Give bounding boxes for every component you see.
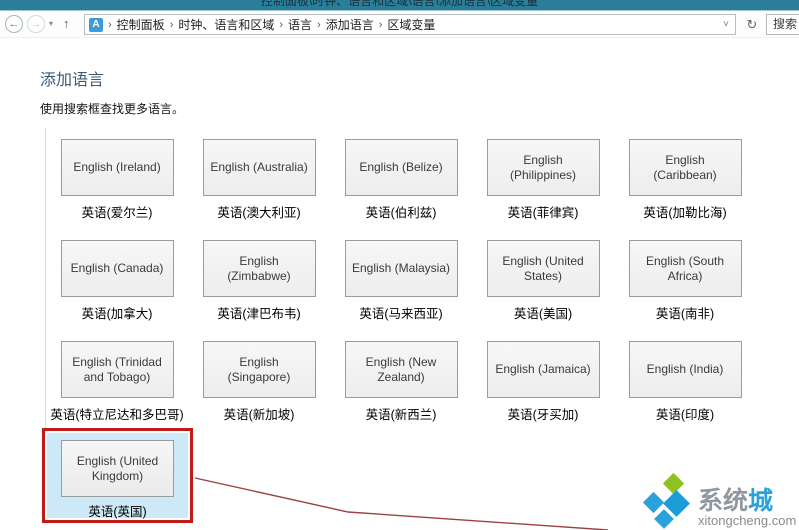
language-label: 英语(新西兰) [330,404,472,423]
language-name: English (Malaysia) [352,261,450,276]
breadcrumb-language[interactable]: 语言 [288,16,312,33]
language-label: 英语(新加坡) [188,404,330,423]
language-name: English (Belize) [359,160,442,175]
up-button[interactable]: ↑ [63,16,70,31]
breadcrumb-add-language[interactable]: 添加语言 [326,16,374,33]
back-button[interactable]: ← [5,15,23,33]
language-tile-belize[interactable]: English (Belize) 英语(伯利兹) [330,128,472,229]
language-label: 英语(爱尔兰) [46,202,188,221]
language-name: English (Ireland) [73,160,160,175]
breadcrumb-clock-language-region[interactable]: 时钟、语言和区域 [178,16,274,33]
address-bar[interactable]: A › 控制面板 › 时钟、语言和区域 › 语言 › 添加语言 › 区域变量 ˅ [84,14,736,35]
language-label: 英语(伯利兹) [330,202,472,221]
language-tile-united-states[interactable]: English (United States) 英语(美国) [472,229,614,330]
language-label: 英语(印度) [614,404,756,423]
search-input[interactable]: 搜索 [766,14,799,35]
language-name: English (Canada) [71,261,164,276]
language-name: English (South Africa) [636,254,735,284]
language-tile-ireland[interactable]: English (Ireland) 英语(爱尔兰) [46,128,188,229]
language-label: 英语(特立尼达和多巴哥) [46,404,188,423]
language-grid: English (Ireland) 英语(爱尔兰) English (Austr… [46,128,760,431]
breadcrumb-separator: › [108,19,112,31]
language-label: 英语(英国) [47,501,188,520]
language-control-panel-icon: A [89,18,103,32]
language-tile-south-africa[interactable]: English (South Africa) 英语(南非) [614,229,756,330]
window-title: 控制面板\时钟、语言和区域\语言\添加语言\区域变量 [0,0,799,9]
language-name: English (Caribbean) [636,153,735,183]
language-name: English (New Zealand) [352,355,451,385]
breadcrumb-control-panel[interactable]: 控制面板 [117,16,165,33]
language-tile-caribbean[interactable]: English (Caribbean) 英语(加勒比海) [614,128,756,229]
brand-blue-part: 城 [748,487,773,515]
navigation-toolbar: ← → ▾ ↑ A › 控制面板 › 时钟、语言和区域 › 语言 › 添加语言 … [0,11,799,38]
refresh-button[interactable]: ↻ [742,15,762,35]
language-name: English (Zimbabwe) [210,254,309,284]
breadcrumb-separator: › [379,19,383,31]
brand-gray-part: 系统 [698,487,748,515]
language-tile-canada[interactable]: English (Canada) 英语(加拿大) [46,229,188,330]
language-label: 英语(美国) [472,303,614,322]
language-label: 英语(马来西亚) [330,303,472,322]
language-name: English (India) [647,362,724,377]
language-name: English (Philippines) [494,153,593,183]
language-tile-india[interactable]: English (India) 英语(印度) [614,330,756,431]
language-label: 英语(南非) [614,303,756,322]
explorer-window: 控制面板\时钟、语言和区域\语言\添加语言\区域变量 ← → ▾ ↑ A › 控… [0,0,799,530]
language-tile-trinidad-tobago[interactable]: English (Trinidad and Tobago) 英语(特立尼达和多巴… [46,330,188,431]
watermark: 系统城 xitongcheng.com [636,466,799,530]
breadcrumb-separator: › [317,19,321,31]
page-subtitle: 使用搜索框查找更多语言。 [40,100,184,117]
language-name: English (Jamaica) [495,362,590,377]
breadcrumb-separator: › [170,19,174,31]
window-titlebar: 控制面板\时钟、语言和区域\语言\添加语言\区域变量 [0,0,799,11]
language-name: English (United States) [494,254,593,284]
language-tile-singapore[interactable]: English (Singapore) 英语(新加坡) [188,330,330,431]
logo-diamond-blue-left [643,492,664,513]
language-label: 英语(澳大利亚) [188,202,330,221]
xitongcheng-logo-icon [636,468,698,530]
watermark-brand: 系统城 [698,488,796,514]
language-tile-philippines[interactable]: English (Philippines) 英语(菲律宾) [472,128,614,229]
language-tile-zimbabwe[interactable]: English (Zimbabwe) 英语(津巴布韦) [188,229,330,330]
language-label: 英语(加勒比海) [614,202,756,221]
watermark-domain: xitongcheng.com [698,514,796,528]
back-icon: ← [9,18,20,30]
language-label: 英语(加拿大) [46,303,188,322]
language-name: English (Australia) [210,160,307,175]
language-tile-australia[interactable]: English (Australia) 英语(澳大利亚) [188,128,330,229]
language-label: 英语(菲律宾) [472,202,614,221]
language-name: English (United Kingdom) [68,454,167,484]
breadcrumb-separator: › [279,19,283,31]
breadcrumb-region-variant[interactable]: 区域变量 [387,16,435,33]
refresh-icon: ↻ [747,17,758,32]
address-dropdown-icon[interactable]: ˅ [723,19,729,30]
forward-icon: → [31,18,42,30]
language-tile-jamaica[interactable]: English (Jamaica) 英语(牙买加) [472,330,614,431]
language-name: English (Singapore) [210,355,309,385]
language-tile-new-zealand[interactable]: English (New Zealand) 英语(新西兰) [330,330,472,431]
language-tile-united-kingdom-selected[interactable]: English (United Kingdom) 英语(英国) [47,433,188,518]
annotation-red-box: English (United Kingdom) 英语(英国) [42,428,193,523]
language-label: 英语(牙买加) [472,404,614,423]
logo-diamond-green [663,473,684,494]
page-title: 添加语言 [40,66,104,90]
language-tile-malaysia[interactable]: English (Malaysia) 英语(马来西亚) [330,229,472,330]
history-dropdown-icon[interactable]: ▾ [49,19,53,28]
forward-button[interactable]: → [27,15,45,33]
language-label: 英语(津巴布韦) [188,303,330,322]
language-name: English (Trinidad and Tobago) [68,355,167,385]
watermark-text: 系统城 xitongcheng.com [698,488,796,530]
